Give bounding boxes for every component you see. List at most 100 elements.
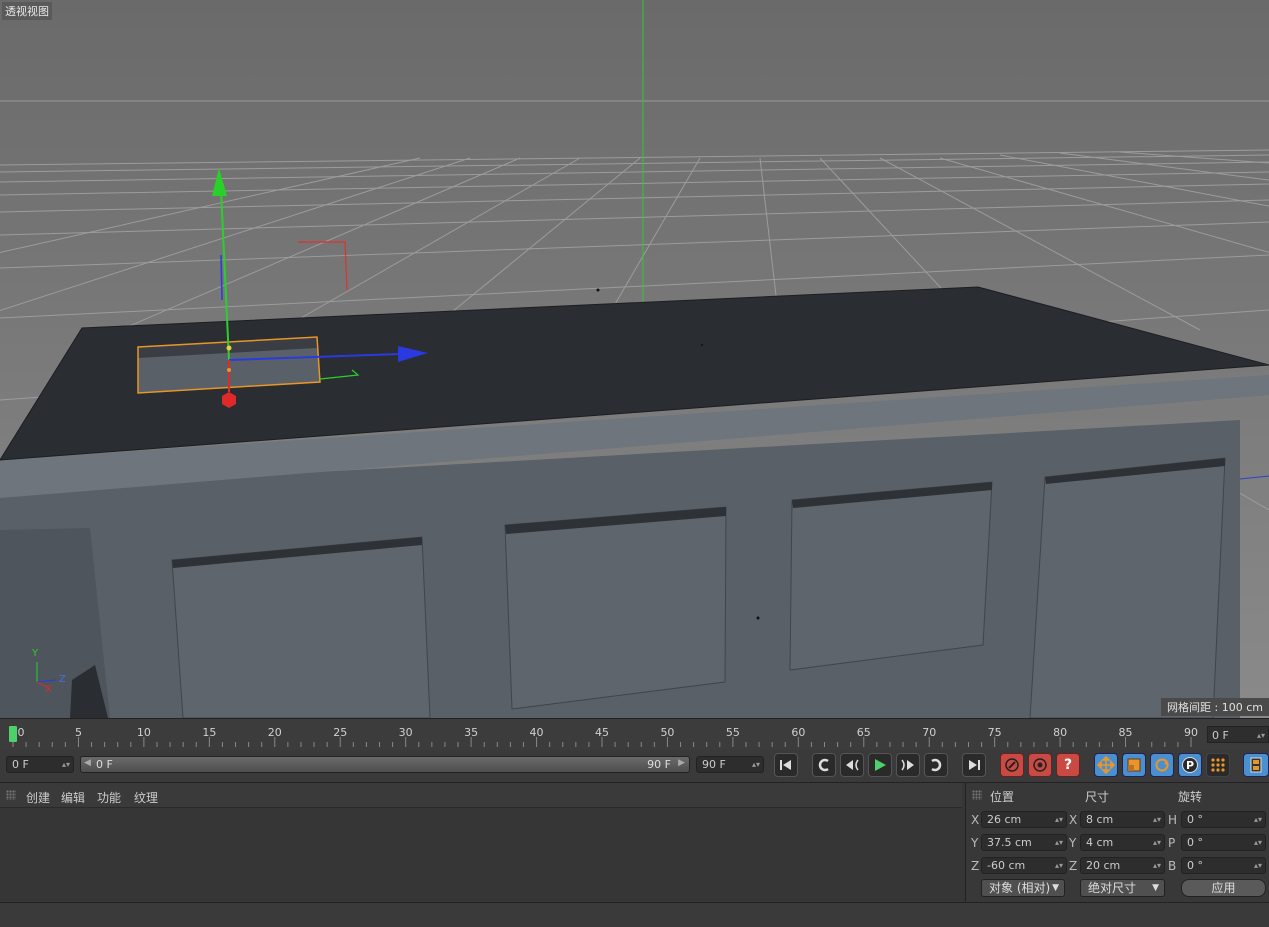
axis-label-y: Y [32, 648, 39, 659]
viewport-title[interactable]: 透视视图 [2, 2, 52, 20]
record-button[interactable] [1000, 753, 1024, 777]
goto-start-icon [780, 760, 791, 770]
goto-end-button[interactable] [962, 753, 986, 777]
size-y-label: Y [1069, 836, 1077, 850]
timeline-tick-label: 90 [1184, 726, 1198, 739]
question-icon: ? [1063, 757, 1073, 773]
scale-key-toggle[interactable] [1122, 753, 1146, 777]
playhead[interactable] [9, 726, 17, 742]
timeline-tick-label: 75 [987, 726, 1002, 739]
rotation-b-field[interactable]: 0 ° ▴▾ [1181, 857, 1266, 874]
coords-grip-icon[interactable] [972, 790, 982, 800]
size-z-field[interactable]: 20 cm ▴▾ [1080, 857, 1165, 874]
move-arrows-icon [1097, 756, 1115, 774]
pos-z-label: Z [971, 859, 980, 873]
bottom-panels: 创建 编辑 功能 纹理 位置 尺寸 旋转 X 26 cm ▴▾ X 8 cm ▴▾ … [0, 782, 1269, 927]
pos-x-label: X [971, 813, 980, 827]
slider-start-label: 0 F [96, 758, 113, 771]
timeline-tick-label: 10 [136, 726, 151, 739]
record-key-icon [1005, 758, 1019, 772]
timeline-tick-label: 40 [529, 726, 544, 739]
material-list-area[interactable] [0, 808, 962, 902]
apply-button[interactable]: 应用 [1181, 879, 1266, 897]
size-header: 尺寸 [1085, 790, 1110, 804]
chevron-down-icon: ▼ [1052, 883, 1059, 893]
size-y-field[interactable]: 4 cm ▴▾ [1080, 834, 1165, 851]
timeline-ruler[interactable]: 0 5 10 15 20 25 30 35 40 45 50 55 60 65 70 75 80 85 90 0 F… [0, 718, 1269, 751]
points-key-toggle[interactable] [1206, 753, 1230, 777]
size-z-label: Z [1069, 859, 1078, 873]
parameter-p-icon: P [1182, 757, 1198, 773]
prev-key-icon [818, 758, 829, 772]
prev-frame-button[interactable] [840, 753, 864, 777]
start-frame-field[interactable]: 0 F ▴▾ [6, 756, 74, 773]
menu-texture[interactable]: 纹理 [134, 789, 158, 806]
timeline-tick-label: 80 [1053, 726, 1068, 739]
timeline-tick-label: 65 [856, 726, 871, 739]
axis-label-z: Z [59, 674, 66, 685]
viewport-scene [0, 0, 1269, 718]
timeline-tick-label: 85 [1118, 726, 1133, 739]
rotate-key-toggle[interactable] [1150, 753, 1174, 777]
rotation-p-field[interactable]: 0 ° ▴▾ [1181, 834, 1266, 851]
grid-spacing-label: 网格间距 : 100 cm [1161, 698, 1269, 716]
status-bar [0, 902, 1269, 927]
axis-label-x: X [45, 684, 52, 695]
perspective-viewport[interactable]: Y X Z 透视视图 网格间距 : 100 cm [0, 0, 1269, 718]
coordinates-manager: 位置 尺寸 旋转 X 26 cm ▴▾ X 8 cm ▴▾ H 0 ° ▴▾ Y 37… [965, 783, 1269, 903]
menu-edit[interactable]: 编辑 [61, 789, 85, 806]
autokey-button[interactable] [1028, 753, 1052, 777]
timeline-tick-label: 60 [791, 726, 806, 739]
coordinate-mode-dropdown[interactable]: 对象 (相对) ▼ [981, 879, 1065, 897]
slider-left-arrow-icon[interactable]: ◀ [84, 758, 91, 768]
move-key-toggle[interactable] [1094, 753, 1118, 777]
panel-grip-icon[interactable] [6, 790, 16, 800]
rot-b-label: B [1168, 859, 1177, 873]
next-frame-button[interactable] [896, 753, 920, 777]
slider-right-arrow-icon[interactable]: ▶ [678, 758, 685, 768]
timeline-tick-label: 30 [398, 726, 413, 739]
end-frame-field[interactable]: 90 F ▴▾ [696, 756, 764, 773]
autokey-icon [1033, 758, 1047, 772]
frame-range-slider[interactable]: ◀ 0 F 90 F ▶ [80, 756, 690, 773]
position-y-field[interactable]: 37.5 cm ▴▾ [981, 834, 1067, 851]
rot-p-label: P [1168, 836, 1176, 850]
rotation-header: 旋转 [1178, 790, 1203, 804]
goto-start-button[interactable] [774, 753, 798, 777]
timeline-tick-label: 50 [660, 726, 675, 739]
timeline-tick-label: 55 [725, 726, 740, 739]
position-z-field[interactable]: -60 cm ▴▾ [981, 857, 1067, 874]
timeline-tick-label: 70 [922, 726, 937, 739]
current-frame-field[interactable]: 0 F ▴▾ [1207, 726, 1269, 743]
size-mode-dropdown[interactable]: 绝对尺寸 ▼ [1080, 879, 1165, 897]
rotation-h-field[interactable]: 0 ° ▴▾ [1181, 811, 1266, 828]
position-x-field[interactable]: 26 cm ▴▾ [981, 811, 1067, 828]
play-button[interactable] [868, 753, 892, 777]
slider-end-label: 90 F [647, 758, 671, 771]
next-key-icon [931, 758, 942, 772]
menu-create[interactable]: 创建 [26, 789, 50, 806]
prev-key-button[interactable] [812, 753, 836, 777]
parameter-key-toggle[interactable]: P [1178, 753, 1202, 777]
chevron-down-icon: ▼ [1152, 883, 1159, 893]
rotate-icon [1155, 758, 1169, 772]
size-x-field[interactable]: 8 cm ▴▾ [1080, 811, 1165, 828]
next-frame-icon [901, 759, 914, 771]
timeline-tick-label: 45 [595, 726, 609, 739]
timeline-tick-label: 35 [464, 726, 479, 739]
timeline-tick-label: 25 [333, 726, 348, 739]
timeline-tick-label: 0 [17, 726, 25, 739]
menu-function[interactable]: 功能 [97, 789, 121, 806]
timeline-tick-label: 15 [202, 726, 217, 739]
prev-frame-icon [846, 759, 859, 771]
timeline-window-button[interactable] [1243, 753, 1269, 777]
timeline-tick-label: 5 [74, 726, 82, 739]
position-header: 位置 [990, 790, 1015, 804]
scale-box-icon [1127, 758, 1141, 772]
film-strip-icon [1250, 757, 1262, 773]
keyframe-selection-button[interactable]: ? [1056, 753, 1080, 777]
rot-h-label: H [1168, 813, 1178, 827]
size-x-label: X [1069, 813, 1078, 827]
timeline-tick-label: 20 [267, 726, 282, 739]
next-key-button[interactable] [924, 753, 948, 777]
